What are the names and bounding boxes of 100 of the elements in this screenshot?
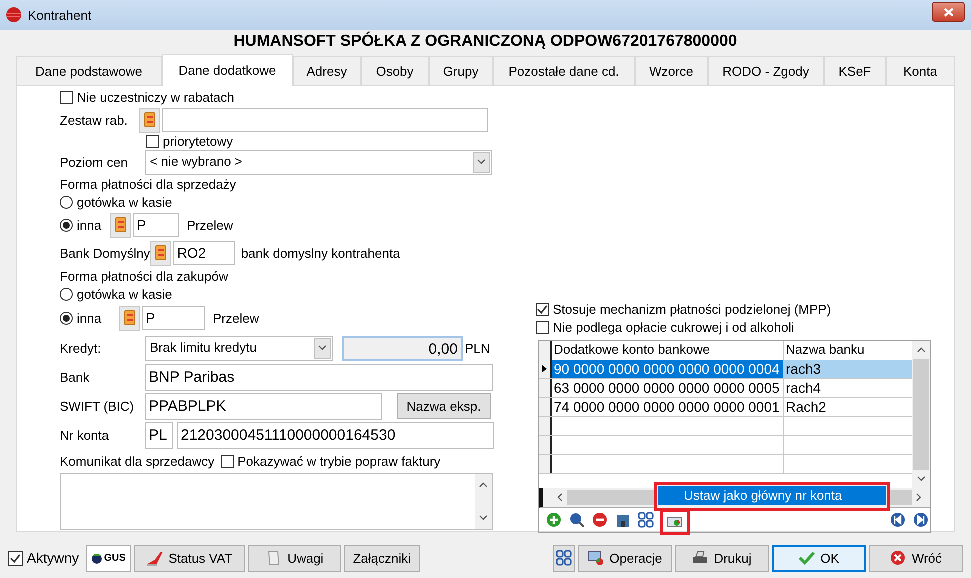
checkbox-label: Pokazywać w trybie popraw faktury: [238, 454, 441, 468]
country-code-field[interactable]: PL: [145, 422, 173, 448]
tab[interactable]: Dane dodatkowe: [162, 54, 293, 86]
chevron-up-icon: [479, 482, 488, 488]
button[interactable]: Uwagi: [248, 544, 342, 572]
button[interactable]: [553, 544, 575, 572]
payment-code-field[interactable]: P: [133, 213, 179, 237]
chevron-down-icon: [916, 476, 926, 482]
button[interactable]: Wróć: [869, 544, 963, 572]
chart-icon: [146, 550, 163, 566]
bank-code-field[interactable]: RO2: [173, 241, 236, 265]
checkbox[interactable]: [60, 90, 73, 104]
tab[interactable]: Dane podstawowe: [16, 56, 162, 85]
button[interactable]: Operacje: [578, 544, 672, 572]
button[interactable]: OK: [772, 544, 866, 572]
vertical-scrollbar[interactable]: [475, 474, 492, 529]
table-cell: 74 0000 0000 0000 0000 0000 0001: [552, 398, 784, 416]
bank-description: bank domyslny kontrahenta: [241, 246, 400, 260]
field-label: Komunikat dla sprzedawcy: [60, 454, 215, 468]
lookup-button[interactable]: [119, 306, 140, 330]
field-label: Poziom cen: [60, 154, 129, 170]
tab[interactable]: KSeF: [824, 56, 886, 85]
radio-button[interactable]: [60, 218, 73, 232]
close-button[interactable]: [932, 2, 965, 22]
gus-button[interactable]: GUS: [86, 544, 132, 572]
toolbar-button[interactable]: [568, 511, 586, 529]
chevron-left-icon: [557, 493, 563, 502]
discount-set-field[interactable]: [162, 108, 488, 132]
price-level-dropdown[interactable]: < nie wybrano >: [145, 150, 492, 174]
checkmark-icon: [798, 550, 815, 566]
tab[interactable]: Adresy: [293, 56, 361, 85]
checkbox[interactable]: [220, 454, 234, 468]
radio-button[interactable]: [60, 288, 73, 300]
toolbar-button[interactable]: [637, 511, 655, 529]
chain-icon: [556, 550, 572, 566]
chevron-down-icon: [318, 345, 327, 351]
last-record-icon: [913, 512, 929, 528]
table-cell: 90 0000 0000 0000 0000 0000 0004: [552, 360, 784, 378]
checkbox[interactable]: [536, 320, 549, 334]
export-name-button[interactable]: Nazwa eksp.: [397, 393, 491, 419]
lookup-button[interactable]: [150, 240, 172, 266]
checkbox-label: Aktywny: [27, 550, 80, 566]
remove-icon: [592, 512, 608, 528]
button[interactable]: Status VAT: [134, 544, 246, 572]
record-title: HUMANSOFT SPÓŁKA Z OGRANICZONĄ ODPOW67201767800000: [232, 30, 738, 52]
credit-amount-field[interactable]: 0,00: [342, 336, 463, 360]
payment-code-field[interactable]: P: [142, 306, 205, 330]
radio-button[interactable]: [60, 196, 73, 208]
checkbox-label: Nie podlega opłacie cukrowej i od alkoholi: [553, 320, 794, 334]
book-icon: [144, 112, 156, 128]
lookup-button[interactable]: [139, 108, 160, 132]
field-label: Zestaw rab.: [60, 112, 129, 128]
toolbar-button[interactable]: [889, 511, 907, 529]
checkbox-label: priorytetowy: [163, 134, 234, 149]
table-row[interactable]: 63 0000 0000 0000 0000 0000 0005 rach4: [539, 379, 912, 398]
book-icon: [154, 245, 167, 261]
toolbar-button[interactable]: [912, 511, 930, 529]
field-label: SWIFT (BIC): [60, 398, 136, 414]
checkbox[interactable]: [8, 550, 23, 566]
chevron-down-icon: [477, 159, 486, 165]
table-cell-text: rach4: [785, 379, 822, 397]
button[interactable]: Drukuj: [675, 544, 769, 572]
menu-item[interactable]: Ustaw jako główny nr konta: [658, 486, 886, 505]
monitor-icon: [588, 550, 604, 566]
tab[interactable]: RODO - Zgody: [708, 56, 824, 85]
radio-label: inna: [77, 310, 102, 326]
checkbox-label: Stosuje mechanizm płatności podzielonej (MPP): [553, 302, 832, 316]
table-cell: 63 0000 0000 0000 0000 0000 0005: [552, 379, 784, 397]
account-number-field[interactable]: 21203000451110000000164530: [177, 422, 494, 448]
vertical-scrollbar[interactable]: [912, 341, 930, 488]
book-icon: [114, 217, 126, 233]
tab[interactable]: Wzorce: [635, 56, 708, 85]
checkbox[interactable]: [536, 302, 549, 316]
swift-field[interactable]: PPABPLPK: [145, 392, 382, 420]
tab[interactable]: Konta: [886, 56, 955, 85]
chevron-up-icon: [916, 347, 926, 353]
button[interactable]: Załączniki: [344, 544, 420, 572]
app-logo-icon: [6, 7, 22, 23]
radio-button[interactable]: [60, 312, 73, 324]
payment-name: Przelew: [213, 310, 260, 326]
tab[interactable]: Grupy: [429, 56, 493, 85]
tab[interactable]: Pozostałe dane cd.: [493, 56, 635, 85]
chevron-down-icon: [479, 515, 488, 521]
credit-dropdown[interactable]: Brak limitu kredytu: [145, 336, 333, 360]
section-label: Forma płatności dla zakupów: [60, 268, 228, 284]
lookup-button[interactable]: [110, 212, 131, 238]
note-icon: [266, 550, 282, 566]
field-label: Bank Domyślny: [60, 246, 150, 260]
checkbox[interactable]: [146, 135, 159, 148]
table-row[interactable]: 90 0000 0000 0000 0000 0000 0004 rach3: [539, 360, 912, 379]
chevron-right-icon: [916, 493, 922, 502]
radio-label: inna: [77, 218, 102, 232]
currency-label: PLN: [465, 340, 490, 356]
column-header: Nazwa banku: [785, 341, 866, 359]
tab[interactable]: Osoby: [361, 56, 429, 85]
bank-name-field[interactable]: BNP Paribas: [145, 364, 493, 390]
search-icon: [569, 512, 585, 528]
check-icon: [537, 304, 548, 314]
table-row[interactable]: 74 0000 0000 0000 0000 0000 0001 Rach2: [539, 398, 912, 417]
row-header: [539, 379, 552, 397]
